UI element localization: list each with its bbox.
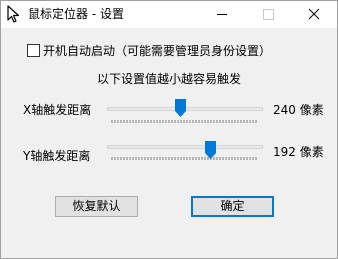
checkbox-box[interactable]	[27, 43, 40, 57]
window-title: 鼠标定位器 - 设置	[28, 7, 124, 21]
minimize-button[interactable]	[199, 1, 245, 28]
slider-thumb[interactable]	[175, 99, 186, 117]
close-icon	[308, 8, 320, 20]
y-distance-value: 192 像素	[273, 145, 324, 159]
x-distance-slider[interactable]	[107, 96, 263, 126]
x-distance-label: X轴触发距离	[23, 103, 92, 117]
autostart-label: 开机自动启动（可能需要管理员身份设置）	[43, 43, 272, 58]
cursor-arrow-icon	[7, 5, 20, 23]
slider-track	[107, 145, 263, 149]
minimize-icon	[217, 14, 227, 15]
autostart-checkbox[interactable]: 开机自动启动（可能需要管理员身份设置）	[27, 42, 271, 58]
y-distance-slider[interactable]	[107, 138, 263, 168]
y-slider-graphic	[107, 141, 263, 160]
reset-default-button[interactable]: 恢复默认	[55, 196, 138, 217]
threshold-hint: 以下设置值越小越容易触发	[97, 72, 242, 86]
title-bar[interactable]: 鼠标定位器 - 设置	[1, 1, 337, 28]
slider-ticks	[111, 157, 257, 160]
x-distance-value: 240 像素	[273, 103, 324, 117]
settings-window: 鼠标定位器 - 设置 开机自动启动（可能需要管理员身份设置） 以下设置值越小越容…	[0, 0, 338, 259]
maximize-button[interactable]	[245, 1, 291, 28]
x-slider-graphic	[107, 99, 263, 123]
ok-button[interactable]: 确定	[191, 196, 274, 217]
maximize-icon	[263, 9, 274, 20]
y-distance-label: Y轴触发距离	[23, 149, 91, 163]
close-button[interactable]	[291, 1, 337, 28]
slider-ticks	[111, 120, 257, 123]
slider-thumb[interactable]	[205, 141, 216, 159]
